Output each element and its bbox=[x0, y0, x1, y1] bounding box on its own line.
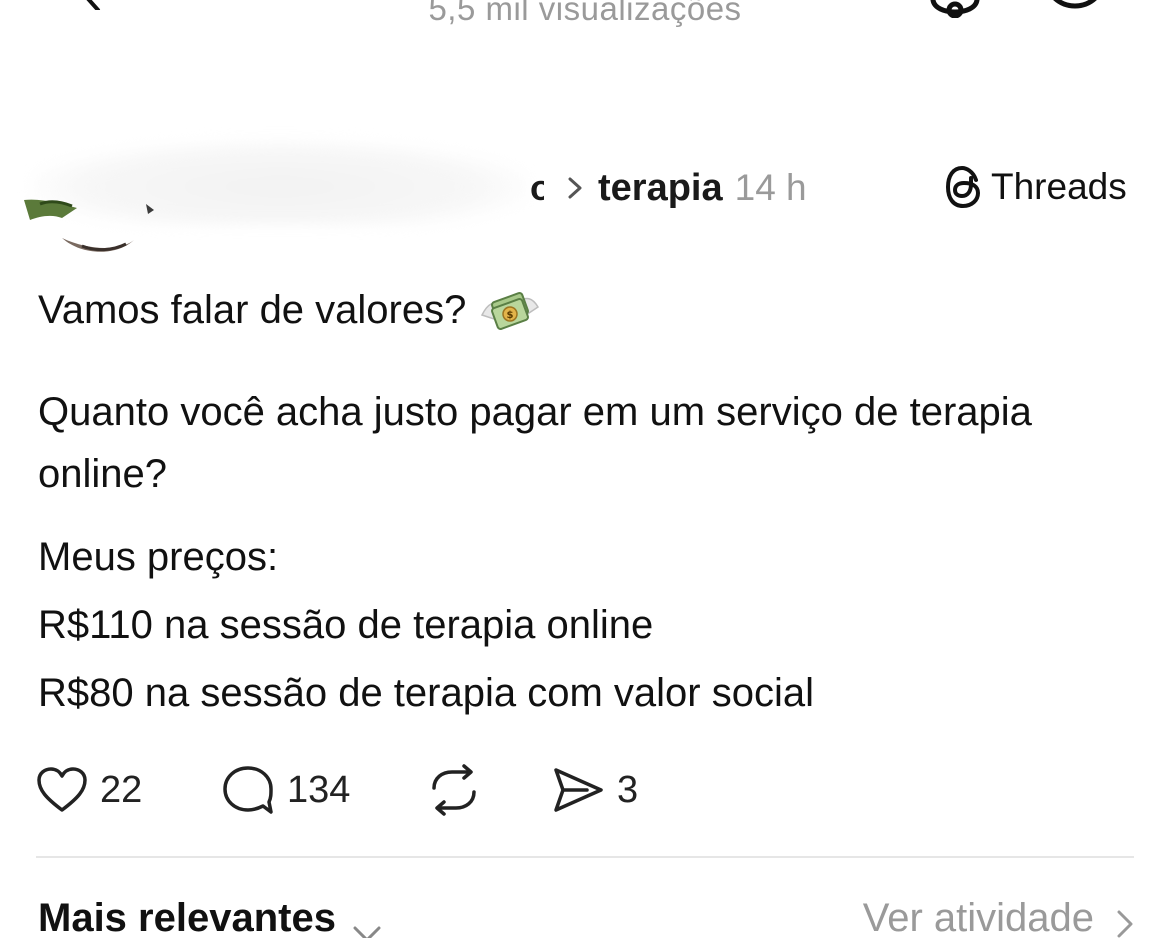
money-with-wings-icon: $ bbox=[480, 285, 540, 335]
post-header: o terapia 14 h bbox=[530, 163, 807, 213]
like-count: 22 bbox=[100, 768, 143, 811]
threads-badge[interactable]: Threads bbox=[945, 166, 1127, 208]
repost-icon bbox=[426, 764, 482, 816]
post-actions: 22 134 3 bbox=[36, 760, 736, 820]
threads-logo-icon bbox=[945, 166, 983, 208]
post-time: 14 h bbox=[734, 167, 807, 208]
chevron-down-icon bbox=[352, 909, 382, 938]
post-text-prices-title: Meus preços: bbox=[38, 535, 279, 579]
heart-icon bbox=[36, 766, 88, 814]
notification-icon[interactable] bbox=[925, 0, 985, 19]
svg-text:$: $ bbox=[507, 310, 514, 321]
activity-label: Ver atividade bbox=[862, 896, 1094, 938]
sort-dropdown[interactable]: Mais relevantes bbox=[38, 896, 382, 938]
threads-label: Threads bbox=[991, 166, 1127, 207]
post-text-line-1: Vamos falar de valores? bbox=[38, 288, 467, 332]
comment-icon bbox=[221, 764, 275, 816]
view-count: 5,5 mil visualizações bbox=[428, 0, 742, 27]
view-activity-link[interactable]: Ver atividade bbox=[863, 896, 1134, 938]
comment-count: 134 bbox=[287, 768, 351, 811]
comment-button[interactable]: 134 bbox=[221, 760, 350, 820]
share-button[interactable]: 3 bbox=[551, 760, 638, 820]
send-icon bbox=[551, 765, 605, 815]
username[interactable]: o bbox=[530, 167, 544, 209]
avatar[interactable] bbox=[22, 190, 162, 260]
post-text-price-1: R$110 na sessão de terapia online bbox=[38, 603, 654, 647]
sort-label: Mais relevantes bbox=[38, 896, 336, 938]
chevron-right-icon bbox=[566, 177, 584, 199]
more-icon[interactable] bbox=[1040, 0, 1110, 16]
chevron-right-icon bbox=[1116, 904, 1134, 937]
like-button[interactable]: 22 bbox=[36, 760, 142, 820]
share-count: 3 bbox=[617, 768, 639, 811]
threads-post-view: 5,5 mil visualizações o terapia 14 h Thr… bbox=[0, 0, 1170, 938]
community-link[interactable]: terapia bbox=[598, 167, 723, 210]
top-bar: 5,5 mil visualizações bbox=[0, 0, 1170, 40]
divider bbox=[36, 856, 1134, 858]
post-text-paragraph-2: Quanto você acha justo pagar em um servi… bbox=[38, 390, 1032, 496]
post-line: Vamos falar de valores? $ bbox=[38, 285, 540, 335]
post-text-price-2: R$80 na sessão de terapia com valor soci… bbox=[38, 671, 814, 715]
repost-button[interactable] bbox=[426, 760, 482, 820]
